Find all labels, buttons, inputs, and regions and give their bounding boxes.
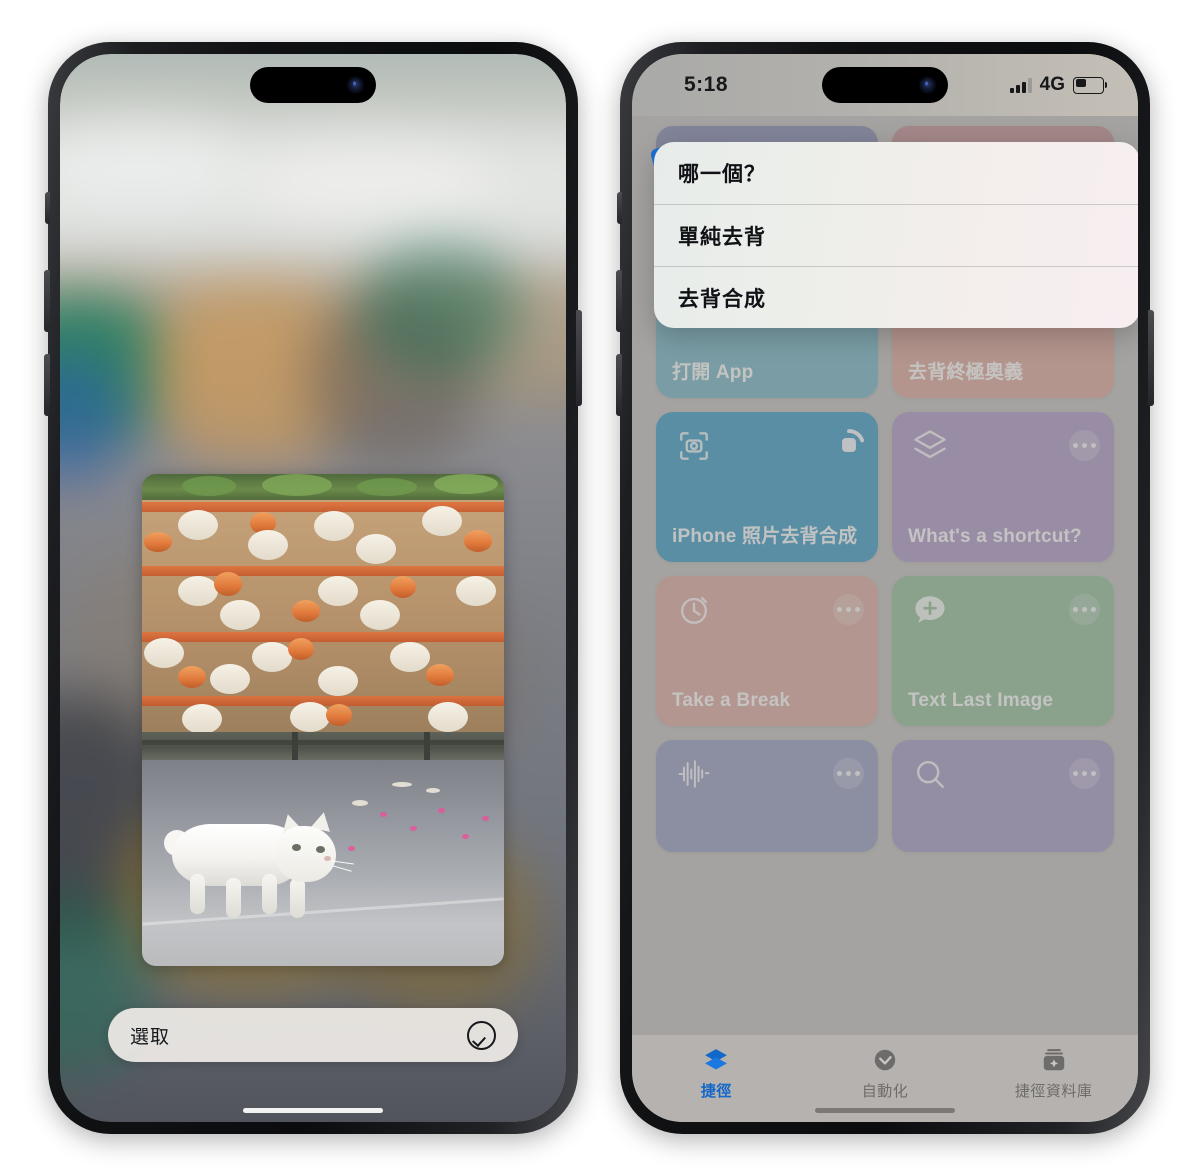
front-camera-icon — [921, 78, 934, 92]
silent-switch[interactable] — [45, 192, 50, 224]
more-icon[interactable] — [1069, 758, 1100, 789]
right-phone-device: 解放動作按鈕AOD打開 App去背終極奧義iPhone 照片去背合成What's… — [616, 42, 1154, 1134]
dynamic-island — [250, 67, 376, 103]
shortcuts-icon — [701, 1043, 731, 1077]
more-icon[interactable] — [1069, 430, 1100, 461]
shortcuts-app-screen: 解放動作按鈕AOD打開 App去背終極奧義iPhone 照片去背合成What's… — [632, 54, 1138, 1122]
selected-photo-card[interactable] — [142, 474, 504, 966]
gallery-icon — [1039, 1043, 1069, 1077]
shortcut-tile[interactable] — [656, 740, 878, 852]
shortcut-tile[interactable]: Take a Break — [656, 576, 878, 726]
volume-down-button[interactable] — [616, 354, 622, 416]
left-phone-bezel: 選取 — [60, 54, 566, 1122]
shortcut-tile-label: iPhone 照片去背合成 — [672, 526, 858, 547]
right-phone-bezel: 解放動作按鈕AOD打開 App去背終極奧義iPhone 照片去背合成What's… — [632, 54, 1138, 1122]
tab-gallery[interactable]: 捷徑資料庫 — [979, 1043, 1129, 1101]
volume-up-button[interactable] — [616, 270, 622, 332]
shortcut-tile-label: Take a Break — [672, 690, 791, 711]
shortcut-tile[interactable]: Text Last Image — [892, 576, 1114, 726]
volume-up-button[interactable] — [44, 270, 50, 332]
dialog-title: 哪一個？ — [678, 163, 766, 186]
left-phone-device: 選取 — [44, 42, 582, 1134]
shortcut-tile[interactable]: iPhone 照片去背合成 — [656, 412, 878, 562]
tab-label: 自動化 — [861, 1083, 909, 1100]
more-icon[interactable] — [1069, 594, 1100, 625]
front-camera-icon — [349, 78, 362, 92]
shortcut-tile[interactable]: What's a shortcut? — [892, 412, 1114, 562]
more-icon[interactable] — [833, 594, 864, 625]
cellular-bars-icon — [1009, 77, 1032, 93]
shortcut-tile-label: Text Last Image — [908, 690, 1054, 711]
tab-label: 捷徑資料庫 — [1014, 1083, 1093, 1100]
dynamic-island — [822, 67, 948, 103]
volume-down-button[interactable] — [44, 354, 50, 416]
search-icon — [908, 754, 952, 794]
waveform-icon — [672, 754, 716, 794]
camera-scan-icon — [672, 426, 716, 466]
checkmark-circle-icon[interactable] — [467, 1020, 496, 1050]
shortcut-tile-label: What's a shortcut? — [908, 526, 1082, 547]
left-phone-screen: 選取 — [60, 54, 566, 1122]
tab-shortcuts[interactable]: 捷徑 — [641, 1043, 791, 1101]
ask-which-dialog[interactable]: 哪一個？ 單純去背 去背合成 — [654, 142, 1138, 328]
home-indicator[interactable] — [815, 1108, 955, 1113]
tab-label: 捷徑 — [700, 1083, 732, 1100]
home-indicator[interactable] — [243, 1108, 383, 1113]
shortcut-tile[interactable] — [892, 740, 1114, 852]
more-icon[interactable] — [833, 758, 864, 789]
shortcut-tile-label: 去背終極奧義 — [908, 362, 1024, 383]
screenshot-canvas: 選取 解放動作按鈕AOD打開 App去背終極奧義iPhone 照片去背合成Wha… — [0, 0, 1200, 1172]
shortcut-tile-label: 打開 App — [672, 362, 754, 383]
dialog-option-1[interactable]: 單純去背 — [654, 204, 1138, 266]
photo-ema-wall — [142, 500, 504, 736]
shortcuts-icon — [908, 426, 952, 466]
running-stop-icon[interactable] — [832, 428, 866, 462]
photo-cat-subject — [164, 804, 354, 924]
tab-automation[interactable]: 自動化 — [810, 1043, 960, 1101]
dialog-option-2[interactable]: 去背合成 — [654, 266, 1138, 328]
select-label: 選取 — [130, 1026, 171, 1048]
timer-icon — [672, 590, 716, 630]
battery-icon — [1073, 76, 1107, 94]
network-label: 4G — [1039, 74, 1065, 95]
message-plus-icon — [908, 590, 952, 630]
power-button[interactable] — [576, 310, 582, 406]
automation-clock-icon — [870, 1043, 900, 1077]
status-time: 5:18 — [684, 73, 729, 96]
select-photo-button[interactable]: 選取 — [108, 1008, 518, 1062]
silent-switch[interactable] — [617, 192, 622, 224]
power-button[interactable] — [1148, 310, 1154, 406]
